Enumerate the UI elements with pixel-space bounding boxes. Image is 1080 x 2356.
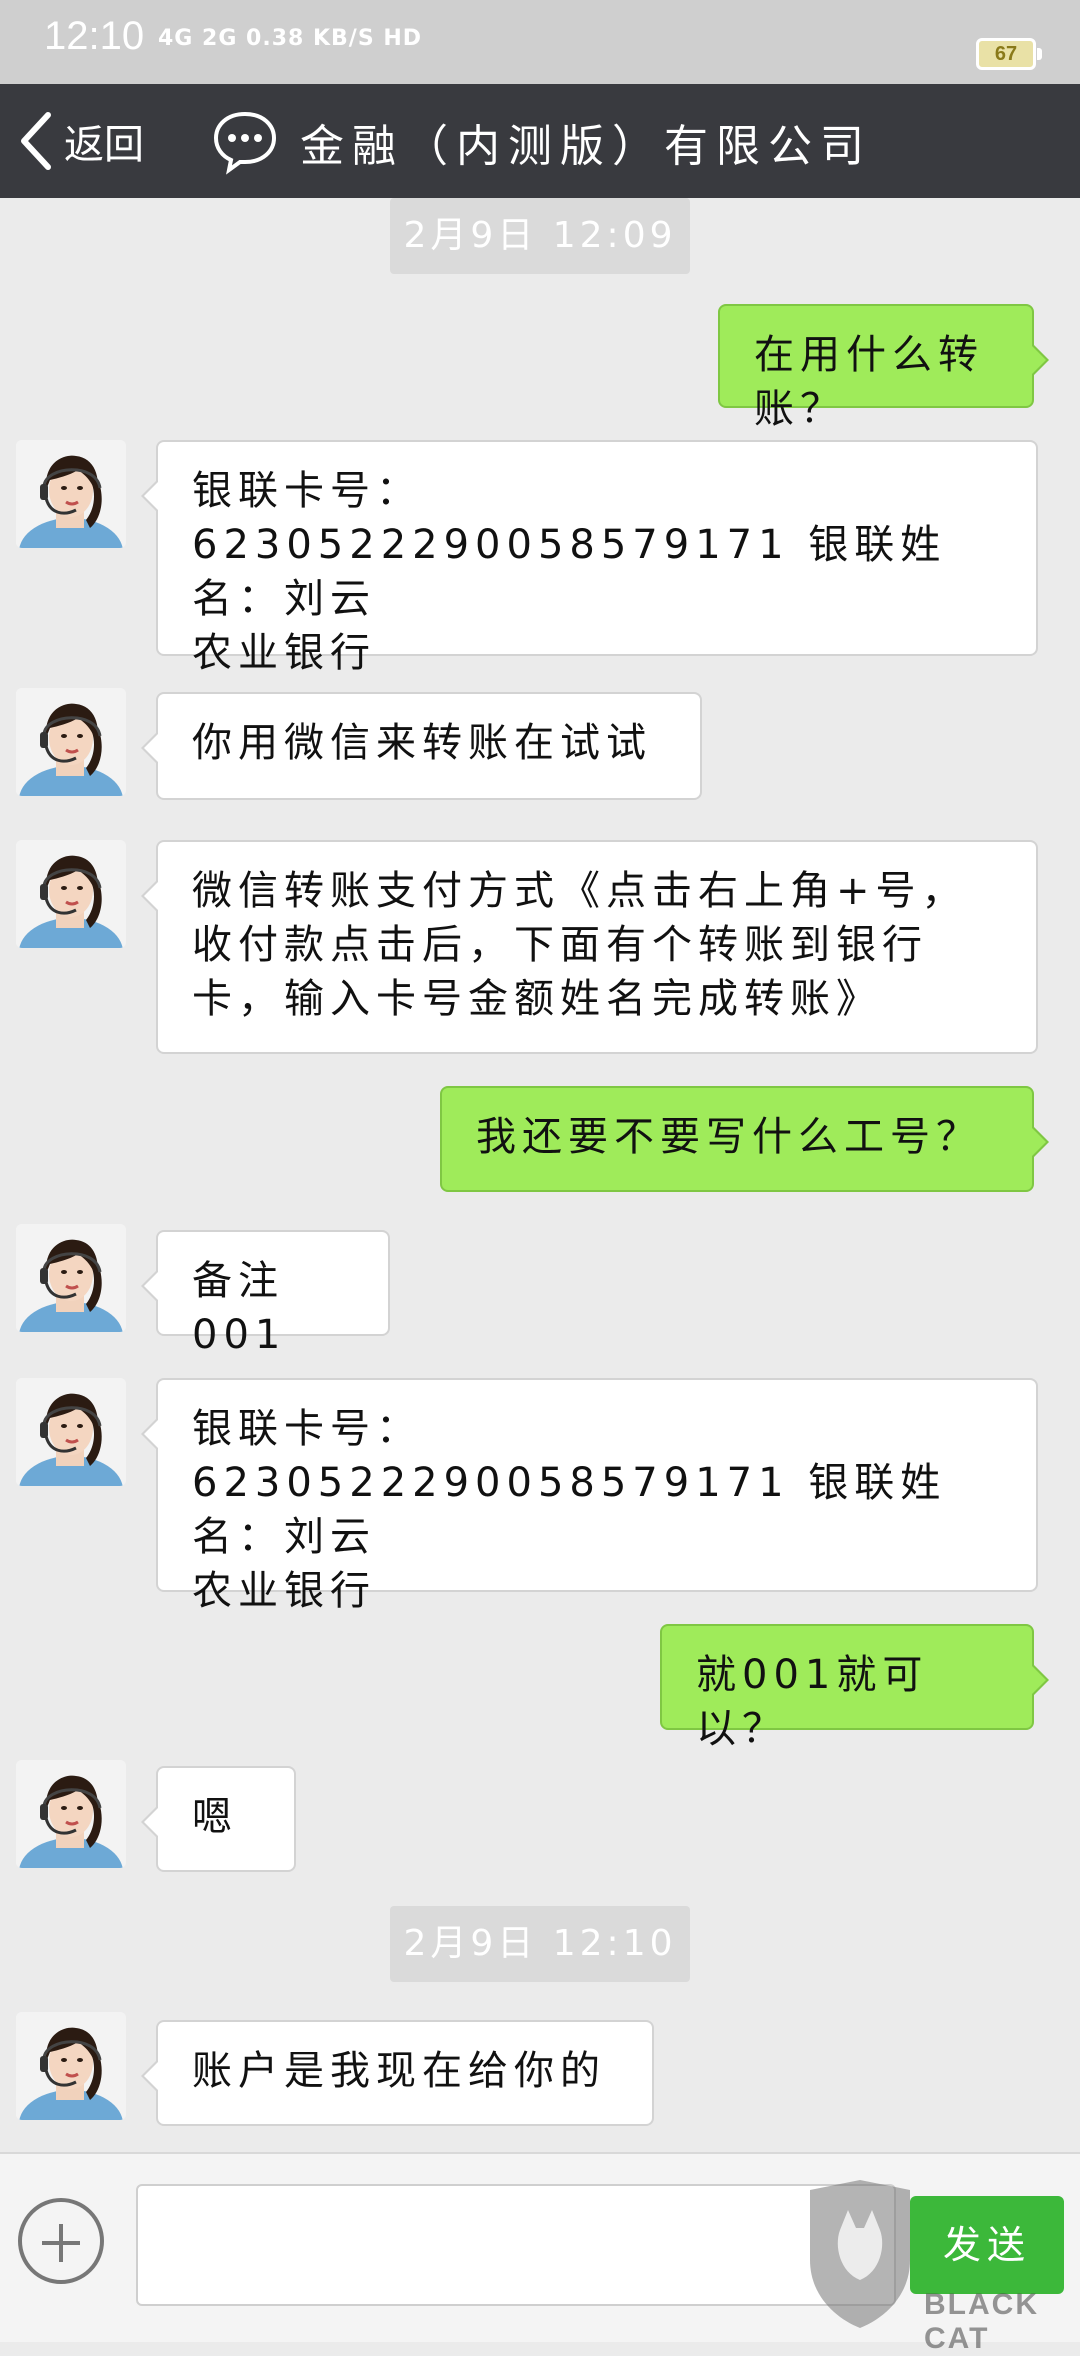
avatar[interactable] xyxy=(16,688,126,796)
watermark-text: BLACK CAT xyxy=(924,2288,1039,2355)
signal-indicators: 4G 2G 0.38 KB/S HD xyxy=(158,26,423,51)
sent-message[interactable]: 就001就可以？ xyxy=(660,1624,1049,1752)
avatar[interactable] xyxy=(16,2012,126,2120)
status-time: 12:10 xyxy=(44,14,145,58)
agent-avatar-icon xyxy=(16,840,126,948)
avatar[interactable] xyxy=(16,1378,126,1486)
status-bar: 12:10 4G 2G 0.38 KB/S HD 67 xyxy=(0,0,1080,84)
received-message[interactable]: 银联卡号：6230522290058579171 银联姓名：刘云 农业银行 xyxy=(141,440,1038,676)
received-message[interactable]: 你用微信来转账在试试 xyxy=(141,692,702,800)
back-label: 返回 xyxy=(64,122,144,168)
avatar[interactable] xyxy=(16,840,126,948)
chat-bubble-icon xyxy=(213,111,277,175)
agent-avatar-icon xyxy=(16,688,126,796)
message-input[interactable] xyxy=(136,2184,896,2306)
agent-avatar-icon xyxy=(16,2012,126,2120)
avatar[interactable] xyxy=(16,1760,126,1868)
sent-message[interactable]: 在用什么转账？ xyxy=(718,304,1049,432)
received-message[interactable]: 银联卡号：6230522290058579171 银联姓名：刘云 农业银行 xyxy=(141,1378,1038,1614)
agent-avatar-icon xyxy=(16,1224,126,1332)
agent-avatar-icon xyxy=(16,1378,126,1486)
received-message[interactable]: 嗯 xyxy=(141,1766,296,1872)
received-message[interactable]: 备注001 xyxy=(141,1230,390,1358)
back-button[interactable]: 返回 xyxy=(16,106,144,176)
avatar[interactable] xyxy=(16,1224,126,1332)
chat-title: 金融（内测版）有限公司 xyxy=(300,121,872,172)
chat-header: 返回 金融（内测版）有限公司 xyxy=(0,84,1080,198)
plus-circle-icon[interactable] xyxy=(18,2198,104,2284)
sent-message[interactable]: 我还要不要写什么工号？ xyxy=(440,1086,1049,1192)
chevron-left-icon xyxy=(21,112,51,170)
agent-avatar-icon xyxy=(16,1760,126,1868)
received-message[interactable]: 账户是我现在给你的 xyxy=(141,2020,654,2126)
timestamp-chip: 2月9日 12:09 xyxy=(390,198,690,274)
avatar[interactable] xyxy=(16,440,126,548)
cat-shield-icon xyxy=(810,2180,910,2328)
watermark-logo: BLACK CAT xyxy=(800,2180,1070,2355)
battery-indicator: 67 xyxy=(976,38,1042,70)
timestamp-chip: 2月9日 12:10 xyxy=(390,1906,690,1982)
agent-avatar-icon xyxy=(16,440,126,548)
received-message[interactable]: 微信转账支付方式《点击右上角+号，收付款点击后，下面有个转账到银行卡，输入卡号金… xyxy=(141,840,1038,1054)
